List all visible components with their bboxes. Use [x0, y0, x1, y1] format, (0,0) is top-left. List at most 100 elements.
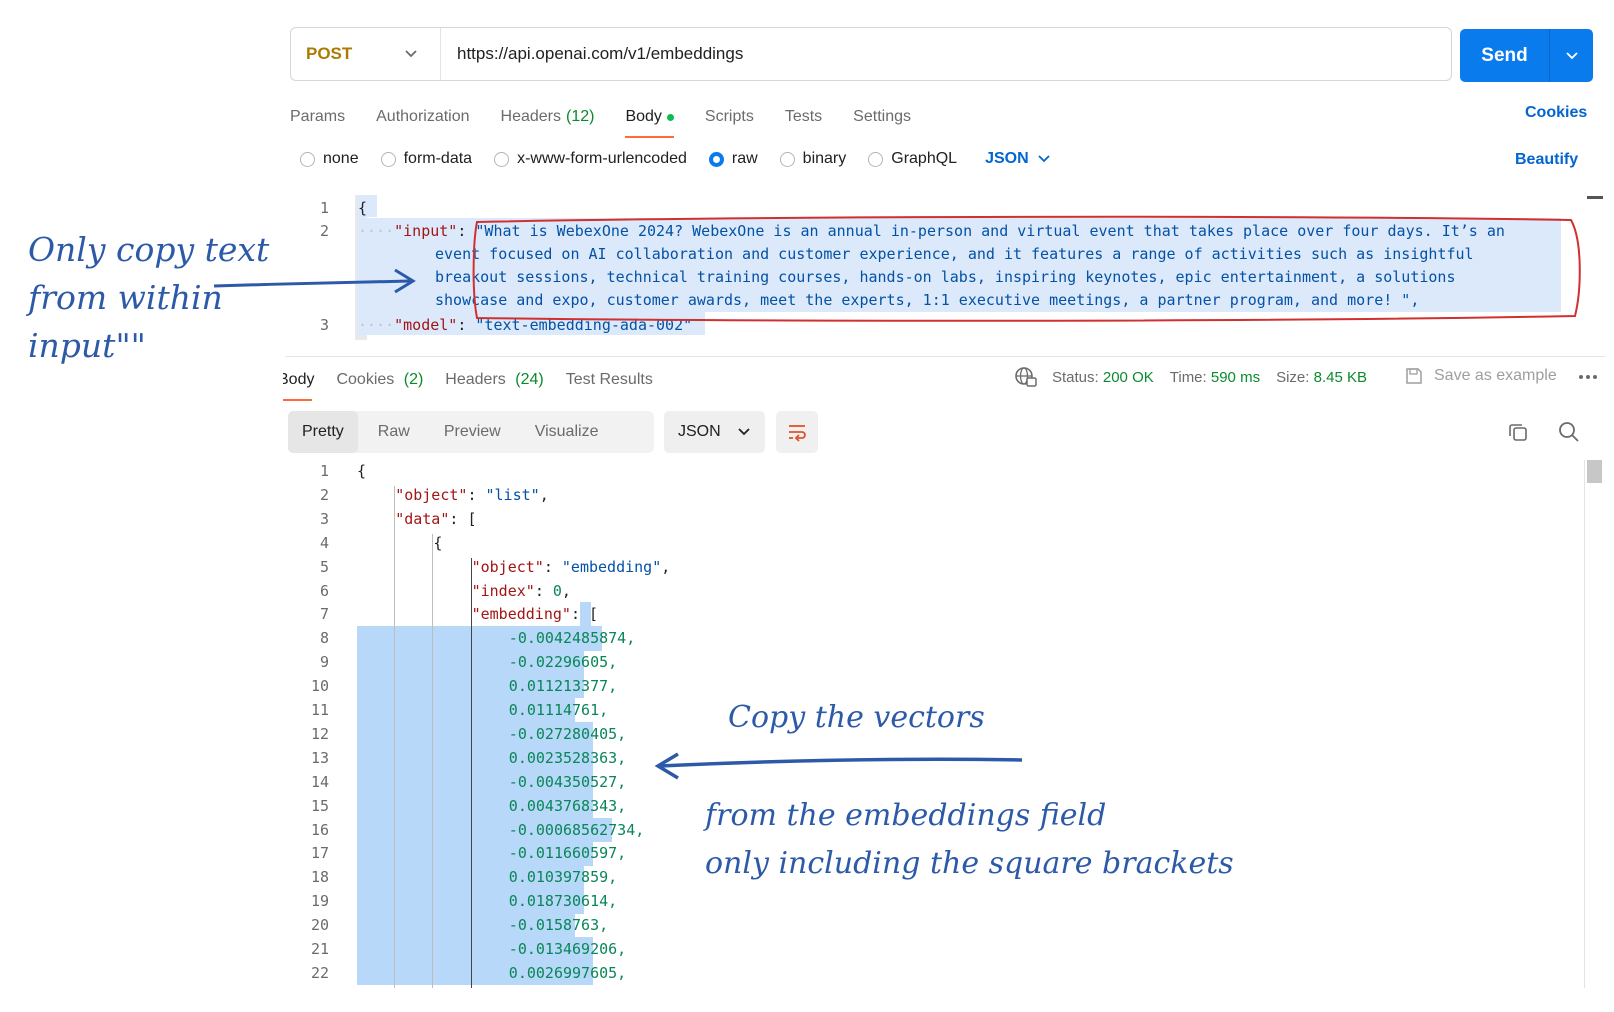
- tab-label: Body: [625, 108, 662, 125]
- line-number: 7: [319, 605, 329, 624]
- send-button[interactable]: Send: [1460, 29, 1593, 82]
- tab-tests[interactable]: Tests: [785, 102, 822, 132]
- line-number: 12: [310, 724, 329, 743]
- line-number: 1: [319, 462, 329, 480]
- tab-label: Headers: [445, 371, 506, 388]
- body-type-urlencoded[interactable]: x-www-form-urlencoded: [494, 150, 687, 168]
- time-label: Time:: [1169, 368, 1207, 386]
- save-as-example-button[interactable]: Save as example: [1404, 366, 1557, 386]
- tab-response-cookies[interactable]: Cookies (2): [336, 371, 423, 389]
- tab-label: Params: [290, 108, 346, 125]
- radio-icon: [779, 151, 795, 167]
- send-options-button[interactable]: [1550, 29, 1593, 82]
- status-text: Status: 200 OK: [1052, 369, 1154, 386]
- wrap-lines-button[interactable]: [776, 411, 818, 453]
- tab-authorization[interactable]: Authorization: [376, 102, 469, 132]
- scrollbar-indicator[interactable]: [1587, 196, 1603, 199]
- body-format-select[interactable]: JSON: [985, 150, 1053, 168]
- json-key: "object": [471, 557, 544, 576]
- request-tabs: Params Authorization Headers (12) Body Sc…: [290, 102, 942, 138]
- body-indicator-dot: [666, 113, 674, 121]
- line-number: 4: [319, 533, 329, 552]
- method-label: POST: [306, 44, 353, 63]
- json-bracket: [: [589, 605, 599, 624]
- code-line: {: [357, 462, 367, 480]
- status-label: Status:: [1052, 368, 1099, 386]
- tab-label: Headers: [500, 108, 561, 125]
- method-select[interactable]: POST: [291, 28, 441, 80]
- globe-icon[interactable]: [1014, 366, 1038, 388]
- json-key: "data": [395, 509, 450, 528]
- send-button-label: Send: [1460, 29, 1550, 82]
- line-number: 21: [310, 940, 329, 958]
- tab-response-headers[interactable]: Headers (24): [445, 371, 543, 389]
- embedding-value: 0.0026997605,: [508, 963, 627, 982]
- size-value: 8.45 KB: [1313, 368, 1367, 386]
- annotation-copy-vectors: Copy the vectors: [728, 700, 985, 735]
- scrollbar-thumb[interactable]: [1587, 460, 1602, 483]
- view-raw[interactable]: Raw: [358, 411, 424, 453]
- json-key: "embedding": [471, 605, 571, 624]
- code-line: "object": "list",: [395, 485, 549, 504]
- json-number: 0: [552, 581, 562, 600]
- embedding-value: -0.02296605,: [508, 653, 618, 672]
- tab-headers[interactable]: Headers (12): [501, 102, 595, 132]
- beautify-button[interactable]: Beautify: [1515, 151, 1578, 169]
- annotation-line: only including the square brackets: [705, 846, 1234, 881]
- json-key: "index": [471, 581, 535, 600]
- annotation-arrow-right: [213, 268, 416, 294]
- json-key: "model": [394, 316, 458, 334]
- radio-label: GraphQL: [891, 150, 958, 167]
- code-line: "data": [: [395, 509, 477, 528]
- size-label: Size:: [1276, 368, 1310, 386]
- search-icon[interactable]: [1558, 421, 1580, 443]
- json-string: "embedding": [561, 557, 662, 576]
- body-type-graphql[interactable]: GraphQL: [868, 150, 957, 168]
- embedding-value: -0.011660597,: [508, 844, 627, 863]
- line-number: 2: [319, 485, 329, 504]
- view-visualize[interactable]: Visualize: [515, 411, 613, 453]
- annotation-line: input"": [28, 326, 146, 365]
- body-type-raw[interactable]: raw: [708, 150, 758, 168]
- tab-settings[interactable]: Settings: [853, 102, 911, 132]
- annotation-highlight-box: [472, 215, 1581, 322]
- copy-icon[interactable]: [1507, 421, 1529, 443]
- tab-response-body[interactable]: Body: [282, 371, 314, 401]
- tab-body[interactable]: Body: [625, 102, 675, 138]
- json-punct: ,: [539, 485, 549, 504]
- radio-icon: [494, 151, 510, 167]
- embedding-value: -0.013469206,: [508, 940, 627, 958]
- tab-label: Test Results: [565, 371, 653, 388]
- body-type-form-data[interactable]: form-data: [380, 150, 472, 168]
- body-type-binary[interactable]: binary: [779, 150, 847, 168]
- body-type-none[interactable]: none: [300, 150, 359, 168]
- response-format-select[interactable]: JSON: [664, 411, 765, 453]
- json-key: "input": [394, 222, 458, 240]
- code-line: {: [433, 533, 443, 552]
- time-text: Time: 590 ms: [1170, 369, 1260, 386]
- response-status: Status: 200 OK Time: 590 ms Size: 8.45 K…: [1014, 366, 1383, 388]
- body-type-options: none form-data x-www-form-urlencoded raw…: [300, 150, 1053, 168]
- line-number: 3: [319, 316, 329, 334]
- cookies-link[interactable]: Cookies: [1525, 104, 1587, 122]
- status-value: 200 OK: [1102, 368, 1154, 386]
- tab-count: (24): [515, 371, 544, 388]
- json-string: "list": [485, 485, 540, 504]
- view-preview[interactable]: Preview: [424, 411, 515, 453]
- radio-label: binary: [802, 150, 847, 167]
- url-input[interactable]: https://api.openai.com/v1/embeddings: [441, 44, 743, 64]
- tab-label: Settings: [853, 108, 911, 125]
- tab-test-results[interactable]: Test Results: [566, 371, 653, 389]
- tab-scripts[interactable]: Scripts: [705, 102, 754, 132]
- line-number: 3: [319, 509, 329, 528]
- tab-params[interactable]: Params: [290, 102, 345, 132]
- line-number: 18: [310, 868, 329, 887]
- tab-label: Authorization: [376, 108, 470, 125]
- more-options-icon[interactable]: [1577, 366, 1599, 388]
- line-number: 13: [310, 748, 329, 767]
- view-pretty[interactable]: Pretty: [288, 411, 358, 453]
- response-tabs: Body Cookies (2) Headers (24) Test Resul…: [282, 371, 675, 401]
- annotation-line: from the embeddings field: [705, 798, 1107, 833]
- line-number: 11: [310, 701, 329, 719]
- code-line: "object": "embedding",: [471, 557, 671, 576]
